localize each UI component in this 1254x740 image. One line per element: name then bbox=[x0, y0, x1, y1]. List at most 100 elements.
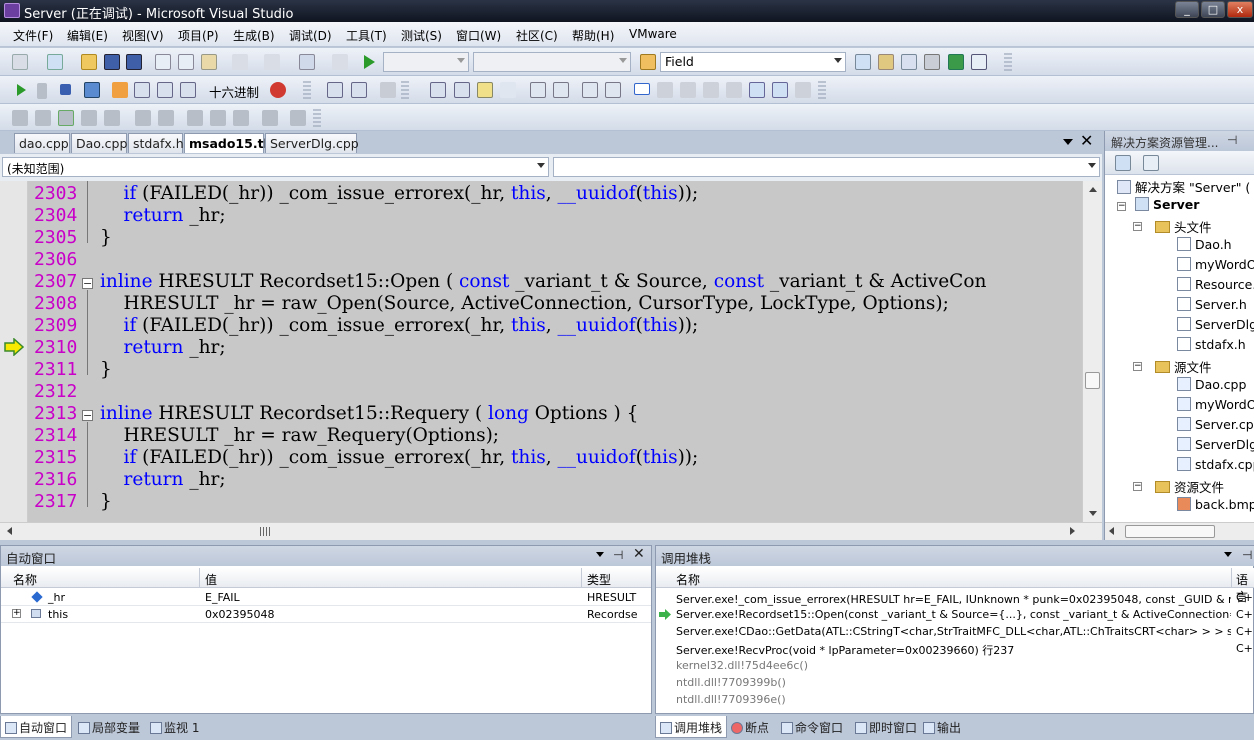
column-name[interactable]: 名称 bbox=[676, 571, 700, 588]
align-middles-icon[interactable] bbox=[104, 110, 120, 126]
start-page-icon[interactable] bbox=[948, 54, 964, 70]
tab-msado15-tli[interactable]: msado15.tli bbox=[184, 133, 272, 153]
code-definition-icon[interactable] bbox=[454, 82, 470, 98]
open-file-icon[interactable] bbox=[81, 54, 97, 70]
bring-to-front-icon[interactable] bbox=[262, 110, 278, 126]
collapse-icon[interactable]: − bbox=[1133, 222, 1142, 231]
tree-item-file[interactable]: stdafx.h bbox=[1177, 337, 1246, 357]
code-area[interactable]: 2303 2304 2305 2306 2307 2308 2309 2310 … bbox=[28, 181, 1082, 522]
tab-watch-1[interactable]: 监视 1 bbox=[146, 716, 203, 738]
indicator-margin[interactable] bbox=[0, 181, 28, 522]
editor-vertical-scrollbar[interactable] bbox=[1082, 181, 1102, 522]
pin-icon[interactable]: ⊣ bbox=[613, 548, 623, 562]
scroll-right-icon[interactable] bbox=[1070, 527, 1075, 535]
find-in-files-icon[interactable] bbox=[640, 54, 656, 70]
align-rights-icon[interactable] bbox=[58, 110, 74, 126]
new-project-icon[interactable] bbox=[12, 54, 28, 70]
tab-command-window[interactable]: 命令窗口 bbox=[777, 716, 847, 738]
column-name[interactable]: 名称 bbox=[13, 571, 37, 588]
scroll-thumb-grip[interactable] bbox=[260, 527, 272, 536]
tree-item-file[interactable]: Server.cpp bbox=[1177, 417, 1254, 437]
close-button[interactable]: x bbox=[1227, 1, 1253, 18]
menu-help[interactable]: 帮助(H) bbox=[572, 27, 614, 44]
save-icon[interactable] bbox=[104, 54, 120, 70]
stop-debugging-icon[interactable] bbox=[60, 84, 71, 95]
collapse-toggle-icon[interactable]: − bbox=[82, 278, 93, 289]
toolbar-overflow-grip[interactable] bbox=[401, 81, 409, 99]
active-files-dropdown-icon[interactable] bbox=[1063, 139, 1073, 145]
text-format-icon[interactable] bbox=[500, 82, 516, 98]
solution-platform-combo[interactable] bbox=[473, 52, 631, 72]
tab-breakpoints[interactable]: 断点 bbox=[727, 716, 773, 738]
prev-bookmark-icon[interactable] bbox=[657, 82, 673, 98]
expand-icon[interactable]: + bbox=[12, 609, 21, 618]
column-value[interactable]: 值 bbox=[205, 571, 217, 588]
tab-locals[interactable]: 局部变量 bbox=[74, 716, 144, 738]
close-document-icon[interactable]: ✕ bbox=[1080, 131, 1093, 150]
undo-icon[interactable] bbox=[232, 54, 248, 70]
next-bookmark-folder-icon[interactable] bbox=[726, 82, 742, 98]
scroll-left-icon[interactable] bbox=[1109, 527, 1114, 535]
tree-item-solution[interactable]: 解决方案 "Server" ( bbox=[1117, 177, 1250, 197]
restart-icon[interactable] bbox=[84, 82, 100, 98]
step-out-icon[interactable] bbox=[180, 82, 196, 98]
close-panel-icon[interactable]: ✕ bbox=[633, 546, 645, 562]
pin-icon[interactable]: ⊣ bbox=[1242, 548, 1252, 562]
cut-icon[interactable] bbox=[155, 54, 171, 70]
menu-edit[interactable]: 编辑(E) bbox=[67, 27, 108, 44]
tab-dao-cpp-lower[interactable]: dao.cpp bbox=[14, 133, 70, 153]
tree-item-folder[interactable]: 源文件 bbox=[1155, 357, 1212, 377]
registers-window-icon[interactable] bbox=[351, 82, 367, 98]
table-row[interactable]: Server.exe!Recordset15::Open(const _vari… bbox=[656, 606, 1254, 623]
maximize-button[interactable]: □ bbox=[1201, 1, 1225, 18]
tree-item-folder[interactable]: 资源文件 bbox=[1155, 477, 1224, 497]
comment-icon[interactable] bbox=[582, 82, 598, 98]
memory-window-icon[interactable] bbox=[327, 82, 343, 98]
column-divider[interactable] bbox=[199, 568, 200, 588]
table-row[interactable]: Server.exe!_com_issue_errorex(HRESULT hr… bbox=[656, 589, 1254, 606]
make-same-height-icon[interactable] bbox=[158, 110, 174, 126]
find-combo[interactable]: Field bbox=[660, 52, 846, 72]
copy-icon[interactable] bbox=[178, 54, 194, 70]
align-tops-icon[interactable] bbox=[81, 110, 97, 126]
break-all-icon[interactable] bbox=[37, 83, 47, 99]
pin-icon[interactable]: ⊣ bbox=[1227, 133, 1237, 147]
prev-bookmark-folder-icon[interactable] bbox=[703, 82, 719, 98]
increase-indent-icon[interactable] bbox=[553, 82, 569, 98]
properties-icon[interactable] bbox=[1115, 155, 1131, 171]
tree-item-file[interactable]: ServerDlg. bbox=[1177, 437, 1254, 457]
collapse-icon[interactable]: − bbox=[1133, 482, 1142, 491]
toolbox-icon[interactable] bbox=[924, 54, 940, 70]
tree-item-file[interactable]: ServerDlg. bbox=[1177, 317, 1254, 337]
code-editor[interactable]: 2303 2304 2305 2306 2307 2308 2309 2310 … bbox=[0, 181, 1102, 522]
tree-item-file[interactable]: Dao.cpp bbox=[1177, 377, 1246, 397]
table-row[interactable]: + this 0x02395048 Recordse bbox=[1, 606, 651, 623]
menu-project[interactable]: 项目(P) bbox=[178, 27, 219, 44]
toolbar-overflow-grip[interactable] bbox=[303, 81, 311, 99]
table-row[interactable]: Server.exe!CDao::GetData(ATL::CStringT<c… bbox=[656, 623, 1254, 640]
table-row[interactable]: ntdll.dll!7709396e() bbox=[656, 691, 1254, 708]
collapse-toggle-icon[interactable]: − bbox=[82, 410, 93, 421]
add-item-icon[interactable] bbox=[47, 54, 63, 70]
column-divider[interactable] bbox=[1231, 568, 1232, 588]
table-row[interactable]: Server.exe!RecvProc(void * lpParameter=0… bbox=[656, 640, 1254, 657]
tab-immediate-window[interactable]: 即时窗口 bbox=[851, 716, 921, 738]
solution-horizontal-scrollbar[interactable] bbox=[1105, 522, 1254, 540]
tab-stdafx-h[interactable]: stdafx.h bbox=[128, 133, 184, 153]
tree-item-file[interactable]: myWordO bbox=[1177, 397, 1254, 417]
minimize-button[interactable]: _ bbox=[1175, 1, 1199, 18]
member-combo[interactable] bbox=[553, 157, 1100, 177]
paste-icon[interactable] bbox=[201, 54, 217, 70]
step-into-icon[interactable] bbox=[134, 82, 150, 98]
align-lefts-icon[interactable] bbox=[12, 110, 28, 126]
solution-configuration-combo[interactable] bbox=[383, 52, 469, 72]
toolbar-overflow-grip[interactable] bbox=[1004, 53, 1012, 71]
class-view-icon[interactable] bbox=[430, 82, 446, 98]
solution-explorer-icon[interactable] bbox=[855, 54, 871, 70]
show-all-files-icon[interactable] bbox=[1143, 155, 1159, 171]
table-row[interactable]: _hr E_FAIL HRESULT bbox=[1, 589, 651, 606]
tree-item-file[interactable]: stdafx.cpp bbox=[1177, 457, 1254, 477]
table-row[interactable]: ntdll.dll!7709399b() bbox=[656, 674, 1254, 691]
clear-bookmarks-icon[interactable] bbox=[795, 82, 811, 98]
prev-bookmark-document-icon[interactable] bbox=[749, 82, 765, 98]
